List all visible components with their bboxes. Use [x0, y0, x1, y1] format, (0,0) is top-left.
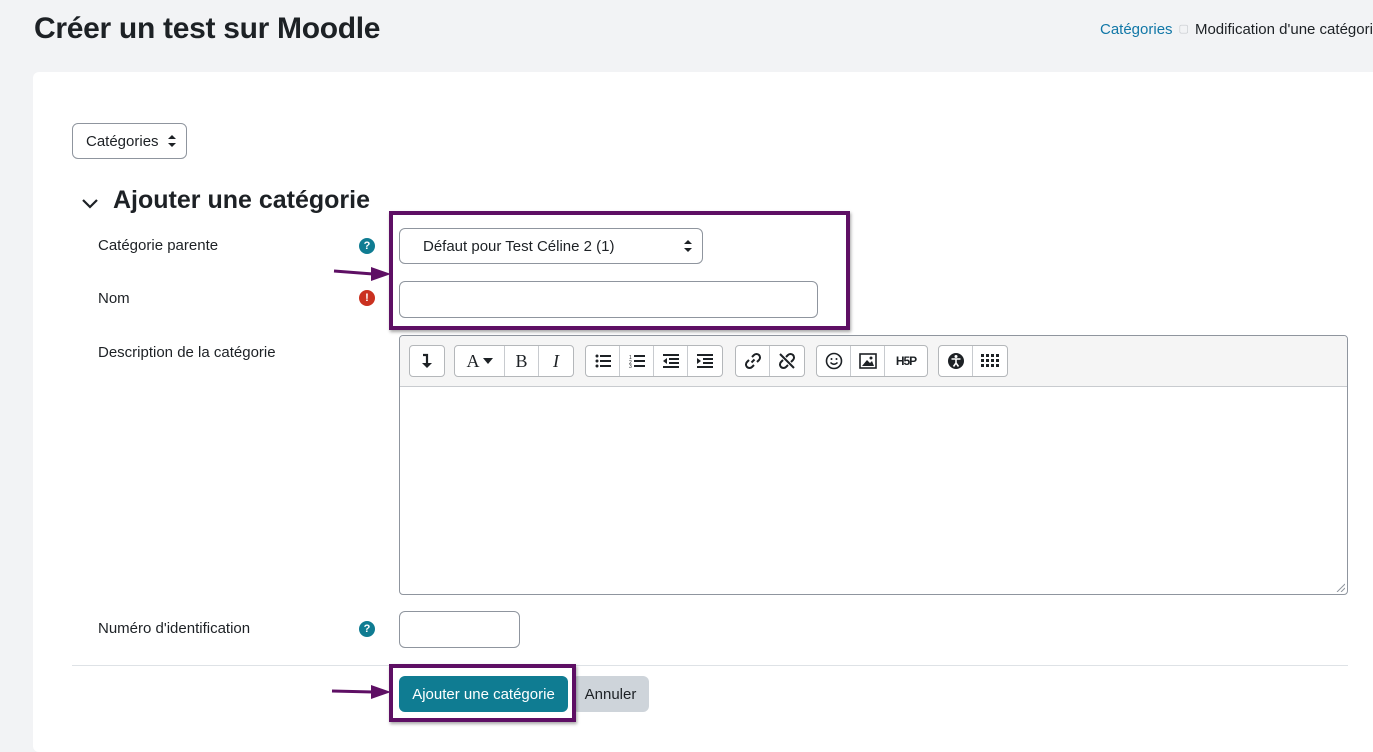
image-icon [858, 353, 877, 369]
link-icon [744, 352, 761, 370]
italic-icon: I [553, 350, 559, 371]
page-title: Créer un test sur Moodle [34, 12, 381, 45]
italic-button[interactable]: I [539, 346, 573, 376]
font-style-button[interactable]: A [455, 346, 505, 376]
parent-category-value: Défaut pour Test Céline 2 (1) [423, 237, 615, 255]
chevron-down-icon[interactable] [80, 193, 100, 213]
section-title: Ajouter une catégorie [113, 186, 370, 214]
unordered-list-icon [595, 354, 611, 368]
toolbar-group: H5P [816, 345, 928, 377]
breadcrumb-link-categories[interactable]: Catégories [1100, 21, 1173, 38]
editor-toolbar: A B I 123 H5P [400, 336, 1347, 387]
resize-handle-icon[interactable] [1335, 582, 1345, 592]
toolbar-group: A B I [454, 345, 574, 377]
select-caret-icon [684, 240, 692, 252]
parent-category-label: Catégorie parente [98, 237, 219, 254]
link-button[interactable] [736, 346, 770, 376]
indent-button[interactable] [688, 346, 722, 376]
unlink-icon [778, 352, 796, 370]
unlink-button[interactable] [770, 346, 804, 376]
required-icon[interactable]: ! [359, 290, 375, 306]
unordered-list-button[interactable] [586, 346, 620, 376]
toolbar-group: 123 [585, 345, 723, 377]
emoji-button[interactable] [817, 346, 851, 376]
accessibility-icon [947, 353, 964, 369]
font-icon: A [466, 350, 480, 371]
name-label: Nom [98, 290, 130, 307]
description-editor: A B I 123 H5P [399, 335, 1348, 595]
toolbar-group [735, 345, 805, 377]
h5p-icon: H5P [895, 354, 917, 368]
collapse-arrow-icon [422, 353, 432, 368]
form-divider [72, 665, 1348, 666]
select-caret-icon [168, 135, 176, 147]
svg-text:3: 3 [629, 364, 632, 368]
ordered-list-button[interactable]: 123 [620, 346, 654, 376]
categories-select[interactable]: Catégories [72, 123, 187, 159]
name-input[interactable] [399, 281, 818, 318]
indent-icon [697, 354, 713, 368]
dropdown-caret-icon [482, 358, 493, 364]
annotation-arrow-icon [331, 685, 391, 699]
cancel-button[interactable]: Annuler [572, 676, 649, 712]
parent-category-select[interactable]: Défaut pour Test Céline 2 (1) [399, 228, 703, 264]
categories-select-value: Catégories [86, 132, 159, 150]
grid-icon [981, 354, 999, 367]
description-textarea[interactable] [400, 387, 1347, 594]
outdent-button[interactable] [654, 346, 688, 376]
add-category-button[interactable]: Ajouter une catégorie [399, 676, 568, 712]
emoji-icon [825, 352, 842, 370]
help-icon[interactable]: ? [359, 621, 375, 637]
more-tools-button[interactable] [973, 346, 1007, 376]
annotation-arrow-icon [333, 267, 391, 281]
toolbar-group [938, 345, 1008, 377]
outdent-icon [662, 354, 679, 368]
ordered-list-icon: 123 [629, 355, 645, 368]
collapse-toolbar-button[interactable] [410, 346, 444, 376]
idnumber-label: Numéro d'identification [98, 620, 251, 637]
breadcrumb-separator: ▢ [1178, 23, 1189, 35]
idnumber-input[interactable] [399, 611, 520, 648]
breadcrumb-current: Modification d'une catégorie [1194, 21, 1373, 38]
accessibility-button[interactable] [939, 346, 973, 376]
bold-button[interactable]: B [505, 346, 539, 376]
toolbar-group [409, 345, 445, 377]
help-icon[interactable]: ? [359, 238, 375, 254]
breadcrumb: Catégories ▢ Modification d'une catégorie [1100, 21, 1373, 38]
h5p-button[interactable]: H5P [885, 346, 927, 376]
image-button[interactable] [851, 346, 885, 376]
bold-icon: B [515, 350, 528, 371]
description-label: Description de la catégorie [98, 344, 276, 361]
